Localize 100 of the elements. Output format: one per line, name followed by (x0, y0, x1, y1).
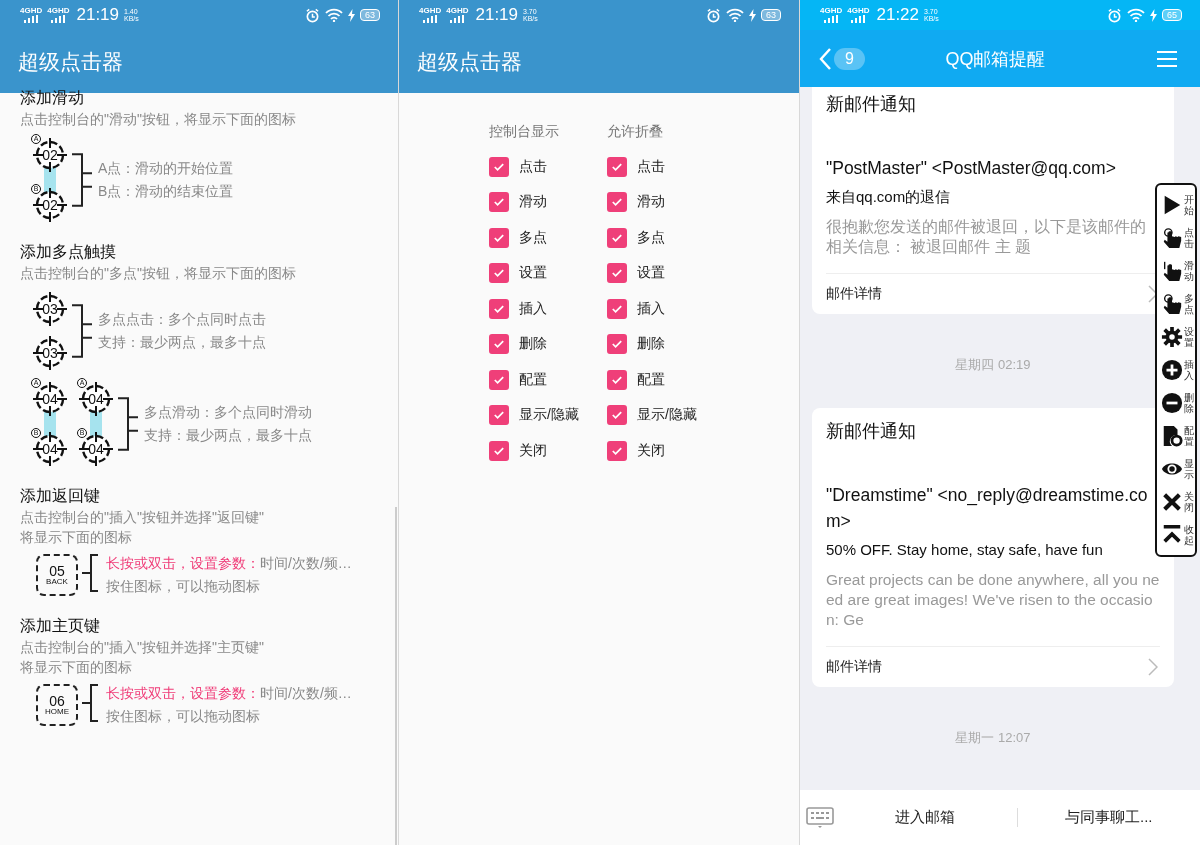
wifi-icon (1127, 8, 1145, 22)
network-label: 4GHD (820, 7, 843, 15)
signal-icon (51, 15, 66, 23)
clock-time: 21:19 (76, 5, 119, 25)
legend-text: 多点滑动：多个点同时滑动 (144, 403, 312, 422)
checkbox-label: 设置 (519, 264, 547, 283)
mail-sender: "PostMaster" <PostMaster@qq.com> (826, 157, 1117, 180)
section-description: 点击控制台的"滑动"按钮，将显示下面的图标 (20, 110, 297, 129)
charging-icon (1150, 8, 1157, 22)
section-title: 添加滑动 (20, 88, 85, 108)
signal-icon (450, 15, 465, 23)
tool-label: 关闭 (1184, 490, 1194, 513)
section-description: 将显示下面的图标 (20, 658, 133, 677)
minus-icon[interactable] (1161, 391, 1183, 414)
checkbox[interactable] (606, 227, 627, 248)
legend-text: 按住图标，可以拖动图标 (106, 707, 261, 726)
plus-icon[interactable] (1161, 359, 1183, 381)
tool-label: 点击 (1184, 227, 1194, 250)
checkbox[interactable] (489, 440, 509, 461)
marker-number: 03 (41, 300, 59, 318)
legend-text: 支持：最少两点，最多十点 (144, 426, 312, 445)
marker-number: 03 (41, 344, 59, 362)
card-heading: 新邮件通知 (826, 420, 917, 443)
checkbox[interactable] (606, 405, 627, 426)
tool-label: 收起 (1184, 523, 1194, 546)
section-title: 添加返回键 (20, 486, 101, 506)
checkbox[interactable] (489, 192, 509, 213)
checkbox[interactable] (606, 369, 627, 390)
checkbox[interactable] (489, 298, 509, 319)
signal-icon (423, 15, 438, 23)
document-gear-icon[interactable] (1161, 424, 1183, 447)
menu-icon[interactable] (1156, 49, 1178, 68)
charging-icon (348, 8, 355, 22)
marker-number: 04 (87, 390, 105, 408)
checkbox-label: 滑动 (636, 193, 665, 212)
signal-icon (824, 15, 839, 23)
crosshair-icon (30, 185, 70, 225)
mail-preview: Great projects can be done anywhere, all you need are great images! We've risen to the occasion: Ge (826, 570, 1160, 647)
checkbox[interactable] (489, 227, 509, 248)
marker-number: 02 (41, 196, 59, 214)
back-icon[interactable] (818, 46, 832, 71)
hand-icon[interactable] (1161, 260, 1183, 283)
hand-icon[interactable] (1161, 293, 1183, 316)
tool-label: 插入 (1184, 359, 1194, 381)
checkbox[interactable] (606, 298, 627, 319)
legend-text: 多点点击：多个点同时点击 (98, 310, 266, 329)
checkbox-label: 删除 (636, 335, 665, 354)
wifi-icon (325, 8, 343, 22)
section-description: 点击控制台的"插入"按钮并选择"主页键" (20, 638, 265, 657)
legend-text: A点：滑动的开始位置 (98, 159, 234, 178)
alarm-icon (305, 7, 320, 23)
details-link[interactable]: 邮件详情 (826, 658, 882, 676)
timestamp: 星期四 02:19 (955, 356, 1031, 374)
checkbox[interactable] (606, 263, 627, 284)
legend-text: 长按或双击，设置参数：时间/次数/频… (106, 684, 352, 703)
keyboard-icon[interactable] (806, 806, 834, 829)
card-heading: 新邮件通知 (826, 93, 917, 116)
tool-label: 滑动 (1184, 260, 1194, 283)
section-description: 将显示下面的图标 (20, 528, 133, 547)
checkbox[interactable] (606, 440, 627, 461)
network-label: 4GHD (446, 7, 469, 15)
details-link[interactable]: 邮件详情 (826, 285, 882, 303)
crosshair-icon (30, 333, 70, 373)
checkbox-label: 删除 (519, 335, 547, 354)
checkbox[interactable] (489, 405, 509, 426)
tool-label: 设置 (1184, 326, 1194, 349)
checkbox[interactable] (606, 334, 627, 355)
legend-text: B点：滑动的结束位置 (98, 182, 234, 201)
clock-time: 21:22 (876, 5, 919, 25)
tool-label: 显示 (1184, 457, 1194, 480)
menu-button[interactable]: 与同事聊工... (1016, 808, 1200, 827)
checkbox-label: 设置 (636, 264, 665, 283)
signal-icon (24, 15, 39, 23)
menu-button[interactable]: 进入邮箱 (834, 808, 1017, 827)
legend-text: 按住图标，可以拖动图标 (106, 577, 261, 596)
gear-icon[interactable] (1161, 326, 1183, 349)
chevron-icon (1148, 658, 1158, 676)
marker-number: 04 (41, 390, 59, 408)
checkbox[interactable] (606, 156, 627, 177)
bracket-icon (72, 303, 92, 359)
app-title: QQ邮箱提醒 (945, 47, 1046, 71)
checkbox-label: 多点 (519, 228, 547, 247)
charging-icon (749, 8, 756, 22)
hand-icon[interactable] (1161, 227, 1183, 250)
checkbox[interactable] (606, 192, 627, 213)
section-title: 添加主页键 (20, 616, 101, 636)
checkbox[interactable] (489, 263, 509, 284)
checkbox[interactable] (489, 334, 509, 355)
battery-level: 63 (360, 9, 380, 21)
clock-time: 21:19 (475, 5, 518, 25)
alarm-icon (1107, 7, 1122, 23)
checkbox-label: 显示/隐藏 (519, 406, 579, 425)
checkbox-label: 关闭 (519, 441, 547, 460)
checkbox-label: 点击 (636, 157, 665, 176)
crosshair-icon (30, 429, 70, 469)
section-description: 点击控制台的"多点"按钮，将显示下面的图标 (20, 264, 297, 283)
checkbox[interactable] (489, 369, 509, 390)
checkbox-label: 配置 (519, 370, 547, 389)
checkbox[interactable] (489, 156, 509, 177)
marker-number: 04 (41, 440, 59, 458)
